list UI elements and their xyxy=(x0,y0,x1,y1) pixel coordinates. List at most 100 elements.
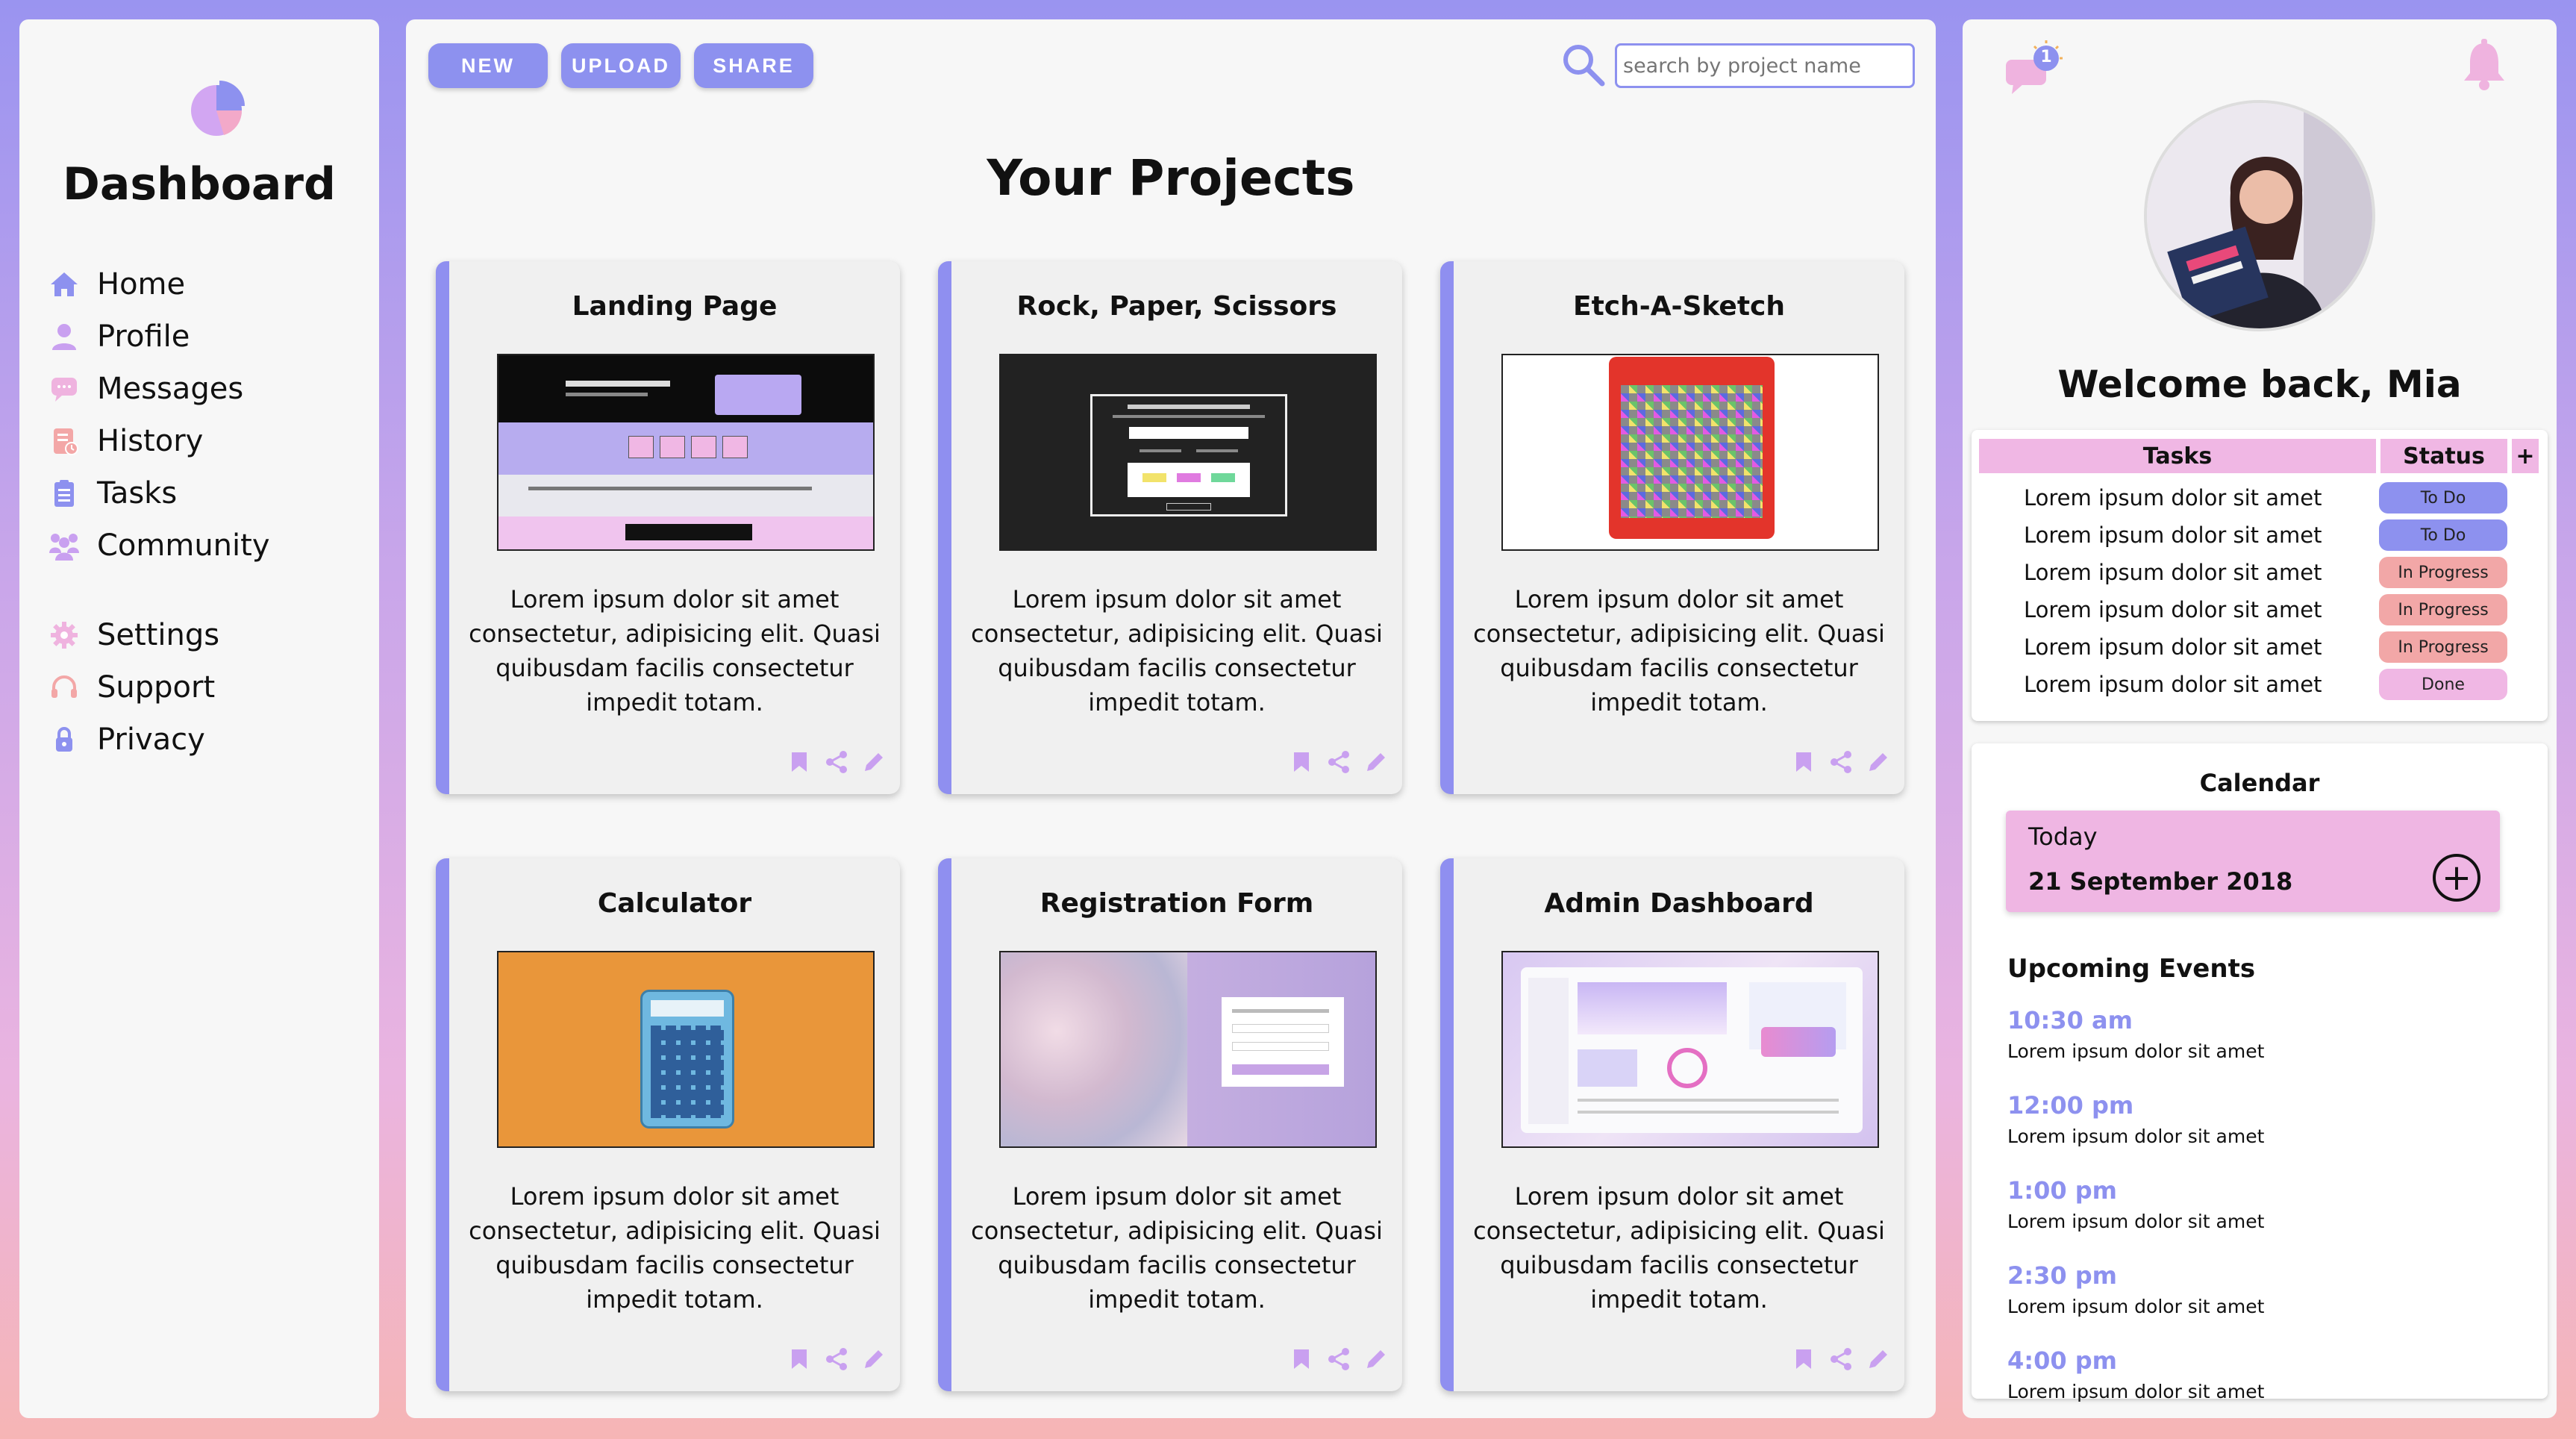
sidebar-item-profile[interactable]: Profile xyxy=(48,310,270,363)
bookmark-icon[interactable] xyxy=(1289,1346,1314,1372)
project-description: Lorem ipsum dolor sit amet consectetur, … xyxy=(1473,585,1885,717)
search-icon[interactable] xyxy=(1559,40,1607,88)
share-button[interactable]: SHARE xyxy=(694,43,813,88)
task-row[interactable]: Lorem ipsum dolor sit amet To Do xyxy=(1972,516,2548,554)
search-input[interactable] xyxy=(1615,43,1915,88)
share-icon[interactable] xyxy=(824,749,849,775)
project-card-rock-paper-scissors[interactable]: Rock, Paper, Scissors Lorem ipsum dolor … xyxy=(938,261,1402,794)
sidebar-item-settings[interactable]: Settings xyxy=(48,609,219,661)
event-item[interactable]: 4:00 pm Lorem ipsum dolor sit amet xyxy=(2007,1346,2264,1402)
share-icon[interactable] xyxy=(1326,1346,1351,1372)
share-icon[interactable] xyxy=(1326,749,1351,775)
bell-icon[interactable] xyxy=(2461,39,2507,91)
sidebar-title: Dashboard xyxy=(63,158,336,210)
edit-pencil-icon[interactable] xyxy=(1363,1346,1389,1372)
sidebar-item-community[interactable]: Community xyxy=(48,519,270,572)
sidebar-item-tasks[interactable]: Tasks xyxy=(48,467,270,519)
people-icon xyxy=(48,529,81,562)
bookmark-icon[interactable] xyxy=(787,1346,812,1372)
share-icon[interactable] xyxy=(1828,749,1854,775)
project-thumbnail[interactable] xyxy=(497,354,875,551)
bookmark-icon[interactable] xyxy=(1791,749,1816,775)
event-item[interactable]: 2:30 pm Lorem ipsum dolor sit amet xyxy=(2007,1261,2264,1317)
task-row[interactable]: Lorem ipsum dolor sit amet To Do xyxy=(1972,479,2548,516)
project-card-registration-form[interactable]: Registration Form Lorem ipsum dolor sit … xyxy=(938,858,1402,1391)
project-title: Landing Page xyxy=(572,291,778,322)
share-icon[interactable] xyxy=(824,1346,849,1372)
user-icon xyxy=(48,320,81,353)
status-column-header: Status xyxy=(2380,439,2507,473)
status-badge[interactable]: In Progress xyxy=(2379,631,2507,663)
sidebar-item-messages[interactable]: Messages xyxy=(48,363,270,415)
project-card-calculator[interactable]: Calculator Lorem ipsum dolor sit amet co… xyxy=(436,858,900,1391)
sidebar-item-label: Messages xyxy=(97,372,244,406)
sidebar-item-home[interactable]: Home xyxy=(48,258,270,310)
project-description: Lorem ipsum dolor sit amet consectetur, … xyxy=(971,585,1383,717)
bookmark-icon[interactable] xyxy=(1289,749,1314,775)
edit-pencil-icon[interactable] xyxy=(1866,1346,1891,1372)
event-item[interactable]: 10:30 am Lorem ipsum dolor sit amet xyxy=(2007,1006,2264,1062)
sidebar-item-privacy[interactable]: Privacy xyxy=(48,714,219,766)
event-description: Lorem ipsum dolor sit amet xyxy=(2007,1296,2265,1317)
project-actions xyxy=(787,1346,887,1372)
event-description: Lorem ipsum dolor sit amet xyxy=(2007,1126,2265,1147)
event-time: 4:00 pm xyxy=(2007,1346,2117,1375)
project-thumbnail[interactable] xyxy=(999,951,1377,1148)
edit-pencil-icon[interactable] xyxy=(861,1346,887,1372)
message-notification-icon[interactable]: 1 xyxy=(2003,39,2070,99)
status-badge[interactable]: To Do xyxy=(2379,482,2507,514)
project-card-landing-page[interactable]: Landing Page Lorem ipsum dolor sit amet … xyxy=(436,261,900,794)
new-button[interactable]: NEW xyxy=(428,43,548,88)
project-card-admin-dashboard[interactable]: Admin Dashboard Lorem ipsum dolor sit am… xyxy=(1440,858,1904,1391)
headset-icon xyxy=(48,671,81,704)
sidebar-item-label: Tasks xyxy=(97,476,178,511)
sidebar-item-history[interactable]: History xyxy=(48,415,270,467)
calendar-widget: Calendar Today 21 September 2018 + Upcom… xyxy=(1972,743,2548,1402)
add-event-button[interactable]: + xyxy=(2433,854,2480,902)
event-item[interactable]: 12:00 pm Lorem ipsum dolor sit amet xyxy=(2007,1091,2264,1147)
task-row[interactable]: Lorem ipsum dolor sit amet Done xyxy=(1972,666,2548,703)
event-description: Lorem ipsum dolor sit amet xyxy=(2007,1040,2265,1062)
status-badge[interactable]: To Do xyxy=(2379,519,2507,551)
event-description: Lorem ipsum dolor sit amet xyxy=(2007,1381,2265,1402)
edit-pencil-icon[interactable] xyxy=(1363,749,1389,775)
task-text: Lorem ipsum dolor sit amet xyxy=(2024,522,2322,548)
right-panel: 1 Welcome back, Mia Tasks Status + Lorem… xyxy=(1963,19,2557,1418)
project-thumbnail[interactable] xyxy=(1501,951,1879,1148)
project-actions xyxy=(787,749,887,775)
avatar[interactable] xyxy=(2144,100,2375,331)
project-card-etch-a-sketch[interactable]: Etch-A-Sketch Lorem ipsum dolor sit amet… xyxy=(1440,261,1904,794)
today-date: 21 September 2018 xyxy=(2028,867,2293,896)
task-row[interactable]: Lorem ipsum dolor sit amet In Progress xyxy=(1972,628,2548,666)
sidebar-nav-primary: Home Profile Messages History Tasks Comm… xyxy=(48,258,270,572)
project-thumbnail[interactable] xyxy=(497,951,875,1148)
sidebar-item-label: Community xyxy=(97,528,270,563)
share-icon[interactable] xyxy=(1828,1346,1854,1372)
project-actions xyxy=(1791,749,1891,775)
bookmark-icon[interactable] xyxy=(787,749,812,775)
upload-button[interactable]: UPLOAD xyxy=(561,43,681,88)
add-task-button[interactable]: + xyxy=(2512,439,2539,473)
task-row[interactable]: Lorem ipsum dolor sit amet In Progress xyxy=(1972,554,2548,591)
project-title: Calculator xyxy=(597,888,752,919)
task-row[interactable]: Lorem ipsum dolor sit amet In Progress xyxy=(1972,591,2548,628)
project-description: Lorem ipsum dolor sit amet consectetur, … xyxy=(469,585,881,717)
project-actions xyxy=(1289,1346,1389,1372)
status-badge[interactable]: In Progress xyxy=(2379,557,2507,588)
today-card: Today 21 September 2018 + xyxy=(2006,811,2500,912)
project-title: Registration Form xyxy=(1040,888,1314,919)
message-icon xyxy=(48,372,81,405)
status-badge[interactable]: Done xyxy=(2379,669,2507,700)
status-badge[interactable]: In Progress xyxy=(2379,594,2507,625)
sidebar-item-support[interactable]: Support xyxy=(48,661,219,714)
project-thumbnail[interactable] xyxy=(1501,354,1879,551)
page-title: Your Projects xyxy=(987,149,1355,207)
edit-pencil-icon[interactable] xyxy=(1866,749,1891,775)
edit-pencil-icon[interactable] xyxy=(861,749,887,775)
sidebar-item-label: Home xyxy=(97,267,186,302)
event-item[interactable]: 1:00 pm Lorem ipsum dolor sit amet xyxy=(2007,1176,2264,1232)
sidebar-item-label: Settings xyxy=(97,618,220,652)
bookmark-icon[interactable] xyxy=(1791,1346,1816,1372)
project-thumbnail[interactable] xyxy=(999,354,1377,551)
sidebar-item-label: Profile xyxy=(97,319,190,354)
